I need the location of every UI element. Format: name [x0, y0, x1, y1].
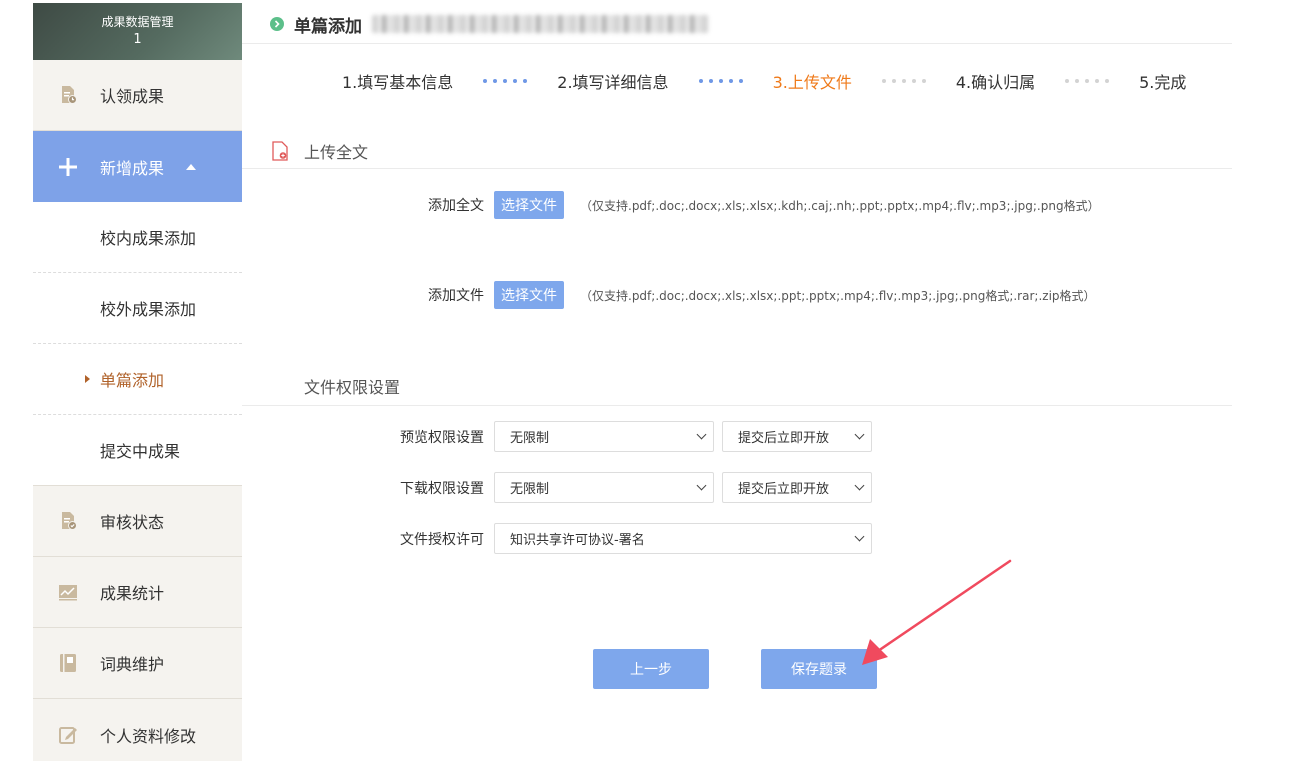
download-permission-row: 下载权限设置 无限制 提交后立即开放	[400, 472, 872, 503]
permissions-section-divider	[242, 405, 1232, 406]
annotation-arrow-icon	[862, 559, 1012, 665]
chart-icon	[58, 582, 78, 602]
step-connector	[483, 79, 528, 83]
sidebar-subitem-internal[interactable]: 校内成果添加	[33, 202, 242, 273]
sidebar-item-profile-edit[interactable]: 个人资料修改	[33, 699, 242, 761]
permissions-section-label: 文件权限设置	[304, 378, 401, 397]
upload-section-title: 上传全文	[272, 139, 368, 163]
choose-fulltext-button[interactable]: 选择文件	[494, 191, 564, 219]
preview-permission-select[interactable]: 无限制	[494, 421, 714, 452]
caret-up-icon	[186, 163, 197, 170]
select-value: 提交后立即开放	[738, 431, 830, 446]
add-fulltext-label: 添加全文	[428, 198, 484, 214]
header-divider	[242, 43, 1232, 44]
sidebar-header-count: 1	[133, 32, 142, 47]
sidebar-item-label: 校内成果添加	[100, 229, 197, 248]
step-connector	[1065, 79, 1110, 83]
sidebar-item-label: 单篇添加	[100, 371, 165, 390]
edit-icon	[58, 725, 78, 745]
chevron-down-icon	[696, 480, 707, 491]
sidebar-item-add-results[interactable]: 新增成果	[33, 131, 242, 202]
caret-right-icon	[85, 375, 90, 383]
add-file-label: 添加文件	[428, 288, 484, 304]
select-value: 提交后立即开放	[738, 482, 830, 497]
license-label: 文件授权许可	[400, 531, 484, 548]
chevron-down-icon	[696, 429, 707, 440]
file-upload-icon	[272, 141, 289, 161]
sidebar-item-label: 认领成果	[100, 87, 165, 106]
step-2: 2.填写详细信息	[557, 73, 669, 92]
upload-section-divider	[242, 168, 1232, 169]
document-check-icon	[58, 511, 78, 531]
preview-permission-row: 预览权限设置 无限制 提交后立即开放	[400, 421, 872, 452]
preview-permission-label: 预览权限设置	[400, 429, 484, 446]
permissions-section-title: 文件权限设置	[304, 374, 400, 398]
sidebar-item-label: 校外成果添加	[100, 300, 197, 319]
download-permission-select[interactable]: 无限制	[494, 472, 714, 503]
step-4: 4.确认归属	[955, 73, 1036, 92]
chevron-down-icon	[854, 480, 865, 491]
add-fulltext-row: 添加全文 选择文件 （仅支持.pdf;.doc;.docx;.xls;.xlsx…	[428, 191, 1100, 219]
license-row: 文件授权许可 知识共享许可协议-署名	[400, 523, 872, 554]
book-icon	[58, 653, 78, 673]
sidebar-header-title: 成果数据管理	[101, 15, 174, 29]
plus-icon	[58, 157, 78, 177]
sidebar-item-label: 个人资料修改	[100, 726, 197, 746]
chevron-circle-icon	[270, 17, 284, 31]
step-3: 3.上传文件	[772, 73, 852, 92]
preview-timing-select[interactable]: 提交后立即开放	[722, 421, 872, 452]
upload-section-label: 上传全文	[304, 143, 369, 162]
step-progress: 1.填写基本信息 2.填写详细信息 3.上传文件 4.确认归属 5.完成	[342, 70, 1186, 92]
sidebar-header: 成果数据管理 1	[33, 3, 242, 60]
select-value: 无限制	[510, 482, 550, 497]
sidebar-item-label: 提交中成果	[100, 442, 181, 461]
select-value: 无限制	[510, 431, 550, 446]
sidebar: 成果数据管理 1 认领成果 新增成果 校内成果添加 校外成果添加 单篇添加 提交…	[33, 3, 242, 761]
fulltext-format-hint: （仅支持.pdf;.doc;.docx;.xls;.xlsx;.kdh;.caj…	[580, 198, 1100, 213]
step-connector	[698, 79, 743, 83]
step-connector	[881, 79, 926, 83]
prev-step-button[interactable]: 上一步	[593, 649, 709, 689]
sidebar-item-statistics[interactable]: 成果统计	[33, 557, 242, 628]
step-5: 5.完成	[1139, 73, 1187, 92]
sidebar-item-label: 新增成果	[100, 158, 165, 178]
download-timing-select[interactable]: 提交后立即开放	[722, 472, 872, 503]
chevron-down-icon	[854, 429, 865, 440]
document-clock-icon	[58, 85, 78, 105]
sidebar-item-label: 审核状态	[100, 513, 165, 532]
license-select[interactable]: 知识共享许可协议-署名	[494, 523, 872, 554]
file-format-hint: （仅支持.pdf;.doc;.docx;.xls;.xlsx;.ppt;.ppt…	[580, 288, 1096, 303]
add-file-row: 添加文件 选择文件 （仅支持.pdf;.doc;.docx;.xls;.xlsx…	[428, 281, 1096, 309]
choose-file-button[interactable]: 选择文件	[494, 281, 564, 309]
step-1: 1.填写基本信息	[342, 73, 454, 92]
sidebar-subitem-single[interactable]: 单篇添加	[33, 344, 242, 415]
redacted-breadcrumb	[372, 15, 708, 33]
chevron-down-icon	[854, 531, 865, 542]
select-value: 知识共享许可协议-署名	[510, 533, 645, 548]
page: 成果数据管理 1 认领成果 新增成果 校内成果添加 校外成果添加 单篇添加 提交…	[0, 0, 1295, 761]
page-title: 单篇添加	[294, 16, 362, 37]
sidebar-subitem-submitting[interactable]: 提交中成果	[33, 415, 242, 486]
sidebar-item-review-status[interactable]: 审核状态	[33, 486, 242, 557]
sidebar-item-label: 词典维护	[100, 655, 165, 674]
sidebar-item-label: 成果统计	[100, 584, 165, 603]
sidebar-item-dictionary[interactable]: 词典维护	[33, 628, 242, 699]
sidebar-subitem-external[interactable]: 校外成果添加	[33, 273, 242, 344]
sidebar-item-claim[interactable]: 认领成果	[33, 60, 242, 131]
download-permission-label: 下载权限设置	[400, 480, 484, 497]
page-title-bar: 单篇添加	[270, 10, 708, 38]
